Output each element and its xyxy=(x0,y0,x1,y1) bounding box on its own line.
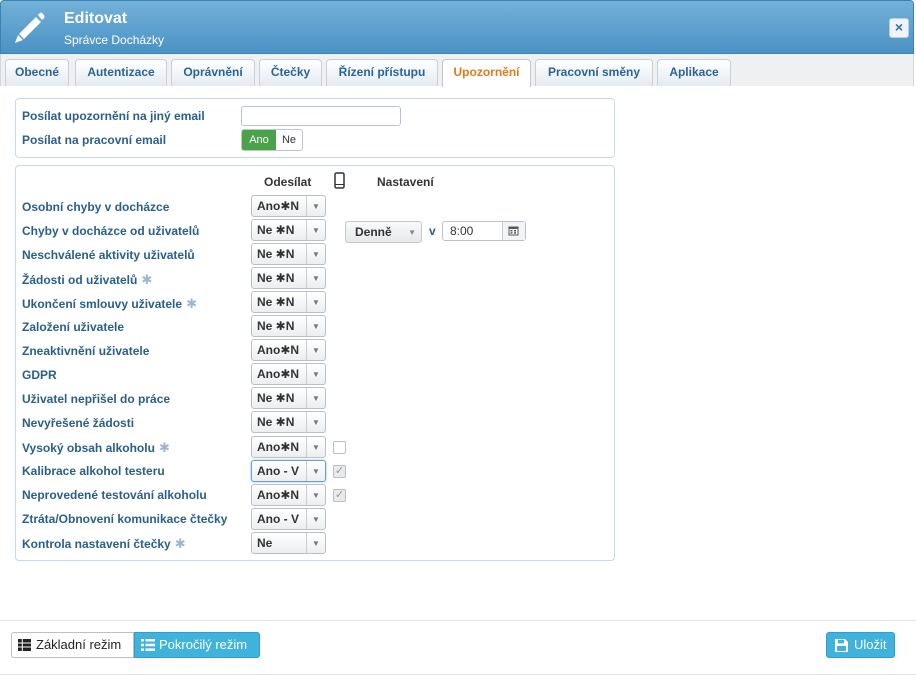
work-email-label: Posílat na pracovní email xyxy=(22,133,167,147)
time-input[interactable]: 8:00 xyxy=(442,221,526,241)
mobile-phone-icon xyxy=(334,172,345,189)
notification-label-reader-settings-check: Kontrola nastavení čtečky ✱ xyxy=(22,536,186,551)
notification-select-user-deactivated[interactable]: Ano✱N ▼ xyxy=(251,339,326,361)
notification-select-unresolved-requests[interactable]: Ne ✱N ▼ xyxy=(251,411,326,433)
chevron-down-icon: ▼ xyxy=(306,292,325,312)
other-email-label: Posílat upozornění na jiný email xyxy=(22,109,205,123)
calendar-icon xyxy=(508,226,519,236)
chevron-down-icon: ▼ xyxy=(306,316,325,336)
calendar-button[interactable] xyxy=(502,222,525,240)
asterisk-icon: ✱ xyxy=(174,536,186,551)
asterisk-icon: ✱ xyxy=(186,296,197,311)
tab-bar: Obecné Autentizace Oprávnění Čtečky Říze… xyxy=(0,54,914,87)
notification-select-reader-communication[interactable]: Ano - V ▼ xyxy=(251,508,326,530)
chevron-down-icon: ▼ xyxy=(306,437,325,457)
toggle-yes-button[interactable]: Ano xyxy=(242,130,276,150)
chevron-down-icon: ▼ xyxy=(306,340,325,360)
notification-select-unapproved-activities[interactable]: Ne ✱N ▼ xyxy=(251,243,326,265)
notification-label-unapproved-activities: Neschválené aktivity uživatelů xyxy=(22,248,195,262)
notification-select-user-requests[interactable]: Ne ✱N ▼ xyxy=(251,267,326,289)
tab-autentizace[interactable]: Autentizace xyxy=(75,59,167,86)
chevron-down-icon: ▼ xyxy=(306,412,325,432)
tab-upozorneni[interactable]: Upozornění xyxy=(442,59,531,87)
advanced-mode-button[interactable]: Pokročilý režim xyxy=(134,632,260,658)
notification-label-gdpr: GDPR xyxy=(22,368,57,382)
chevron-down-icon: ▼ xyxy=(306,388,325,408)
asterisk-icon: ✱ xyxy=(158,440,170,455)
chevron-down-icon: ▼ xyxy=(306,220,325,240)
settings-column-header: Nastavení xyxy=(377,175,434,189)
notification-label-high-alcohol: Vysoký obsah alkoholu ✱ xyxy=(22,440,170,455)
tab-obecne[interactable]: Obecné xyxy=(5,59,69,86)
dialog-title: Editovat xyxy=(64,10,128,27)
tab-pracovni-smeny[interactable]: Pracovní směny xyxy=(535,59,653,86)
tab-aplikace[interactable]: Aplikace xyxy=(657,59,731,86)
chevron-down-icon: ▼ xyxy=(306,461,325,481)
other-email-input[interactable] xyxy=(241,106,401,126)
tab-rizeni-pristupu[interactable]: Řízení přístupu xyxy=(326,59,438,86)
notification-select-no-show[interactable]: Ne ✱N ▼ xyxy=(251,387,326,409)
notification-label-contract-end: Ukončení smlouvy uživatele ✱ xyxy=(22,296,197,311)
tab-opravneni[interactable]: Oprávnění xyxy=(171,59,255,86)
chevron-down-icon: ▼ xyxy=(306,533,325,553)
chevron-down-icon: ▼ xyxy=(306,244,325,264)
chevron-down-icon: ▼ xyxy=(306,268,325,288)
pencil-icon xyxy=(15,12,45,43)
asterisk-icon: ✱ xyxy=(141,272,153,287)
basic-mode-button[interactable]: Základní režim xyxy=(11,632,134,658)
mobile-checkbox-missed-alcohol-test[interactable]: ✓ xyxy=(333,489,346,502)
checkmark-icon: ✓ xyxy=(334,489,345,501)
notification-label-unresolved-requests: Nevyřešené žádosti xyxy=(22,416,135,430)
dialog-header: Editovat Správce Docházky × xyxy=(0,0,914,54)
notification-select-contract-end[interactable]: Ne ✱N ▼ xyxy=(251,291,326,313)
notification-select-high-alcohol[interactable]: Ano✱N ▼ xyxy=(251,436,326,458)
frequency-select[interactable]: Denně ▼ xyxy=(345,221,422,243)
chevron-down-icon: ▼ xyxy=(306,485,325,505)
notification-select-personal-errors[interactable]: Ano✱N ▼ xyxy=(251,195,326,217)
notification-label-user-errors: Chyby v docházce od uživatelů xyxy=(22,224,200,238)
chevron-down-icon: ▼ xyxy=(306,196,325,216)
notification-select-alcohol-calibration[interactable]: Ano - V ▼ xyxy=(251,460,326,482)
notification-label-missed-alcohol-test: Neprovedené testování alkoholu xyxy=(22,488,207,502)
notification-label-user-deactivated: Zneaktivnění uživatele xyxy=(22,344,150,358)
chevron-down-icon: ▼ xyxy=(306,364,325,384)
notification-label-personal-errors: Osobní chyby v docházce xyxy=(22,200,170,214)
floppy-disk-icon xyxy=(835,639,848,652)
notification-label-reader-communication: Ztráta/Obnovení komunikace čtečky xyxy=(22,512,228,526)
checkmark-icon: ✓ xyxy=(334,465,345,477)
notification-select-reader-settings-check[interactable]: Ne ▼ xyxy=(251,532,326,554)
close-icon: × xyxy=(894,19,904,35)
toggle-no-button[interactable]: Ne xyxy=(276,130,302,150)
dialog-subtitle: Správce Docházky xyxy=(64,33,165,47)
notification-label-user-created: Založení uživatele xyxy=(22,320,125,334)
mobile-checkbox-alcohol-calibration[interactable]: ✓ xyxy=(333,465,346,478)
notification-label-alcohol-calibration: Kalibrace alkohol testeru xyxy=(22,464,165,478)
footer-divider xyxy=(0,620,916,621)
notification-select-missed-alcohol-test[interactable]: Ano✱N ▼ xyxy=(251,484,326,506)
chevron-down-icon: ▼ xyxy=(408,228,416,237)
notification-select-gdpr[interactable]: Ano✱N ▼ xyxy=(251,363,326,385)
close-button[interactable]: × xyxy=(889,18,909,38)
notification-label-user-requests: Žádosti od uživatelů ✱ xyxy=(22,272,153,287)
mobile-checkbox-high-alcohol[interactable] xyxy=(333,441,346,454)
list-icon xyxy=(141,639,155,651)
notification-select-user-created[interactable]: Ne ✱N ▼ xyxy=(251,315,326,337)
at-label: v xyxy=(429,224,436,238)
send-column-header: Odesílat xyxy=(264,175,312,189)
table-icon xyxy=(18,639,31,651)
notification-label-no-show: Uživatel nepřišel do práce xyxy=(22,392,171,406)
tab-ctecky[interactable]: Čtečky xyxy=(259,59,322,86)
notification-select-user-errors[interactable]: Ne ✱N ▼ xyxy=(251,219,326,241)
save-button[interactable]: Uložit xyxy=(826,632,895,658)
work-email-toggle: Ano Ne xyxy=(241,129,303,151)
chevron-down-icon: ▼ xyxy=(306,509,325,529)
